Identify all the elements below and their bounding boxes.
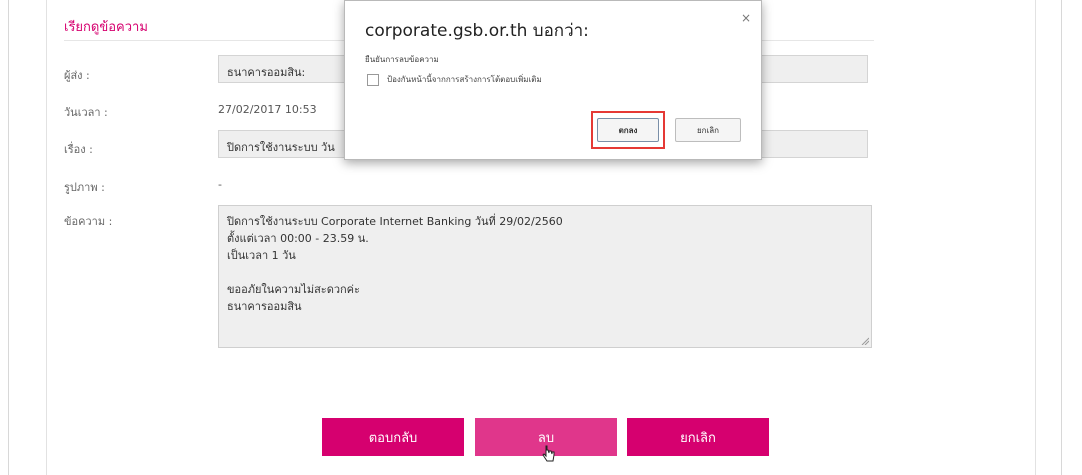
message-textarea[interactable]: ปิดการใช้งานระบบ Corporate Internet Bank… xyxy=(218,205,872,348)
dialog-ok-label: ตกลง xyxy=(618,125,638,135)
page-title: เรียกดูข้อความ xyxy=(64,20,148,35)
resize-grip-icon[interactable] xyxy=(861,337,869,345)
dialog-cancel-label: ยกเลิก xyxy=(696,125,719,135)
dialog-title: corporate.gsb.or.th บอกว่า: xyxy=(365,21,589,41)
datetime-value: 27/02/2017 10:53 xyxy=(218,103,317,116)
close-icon[interactable]: × xyxy=(741,11,751,25)
reply-button[interactable]: ตอบกลับ xyxy=(322,418,464,456)
message-label: ข้อความ : xyxy=(64,215,113,228)
message-line xyxy=(227,264,863,281)
datetime-label: วันเวลา : xyxy=(64,106,108,119)
hand-pointer-icon xyxy=(542,445,555,462)
dialog-cancel-button[interactable]: ยกเลิก xyxy=(675,118,741,142)
dialog-ok-button[interactable]: ตกลง xyxy=(597,118,659,142)
confirm-dialog: corporate.gsb.or.th บอกว่า: × ยืนยันการล… xyxy=(344,0,762,160)
image-value: - xyxy=(218,178,222,191)
prevent-dialogs-option[interactable]: ป้องกันหน้านี้จากการสร้างการโต้ตอบเพิ่มเ… xyxy=(367,73,542,86)
reply-button-label: ตอบกลับ xyxy=(368,430,418,446)
message-line: ปิดการใช้งานระบบ Corporate Internet Bank… xyxy=(227,215,563,228)
message-line: เป็นเวลา 1 วัน xyxy=(227,249,296,262)
message-line: ตั้งแต่เวลา 00:00 - 23.59 น. xyxy=(227,232,369,245)
prevent-dialogs-checkbox[interactable] xyxy=(367,73,379,86)
subject-label: เรื่อง : xyxy=(64,143,93,156)
message-line: ขออภัยในความไม่สะดวกค่ะ xyxy=(227,283,360,296)
cancel-button[interactable]: ยกเลิก xyxy=(627,418,769,456)
prevent-dialogs-label: ป้องกันหน้านี้จากการสร้างการโต้ตอบเพิ่มเ… xyxy=(387,75,542,84)
message-line: ธนาคารออมสิน xyxy=(227,300,302,313)
sender-label: ผู้ส่ง : xyxy=(64,69,90,82)
image-label: รูปภาพ : xyxy=(64,181,105,194)
cancel-button-label: ยกเลิก xyxy=(680,430,716,446)
dialog-message: ยืนยันการลบข้อความ xyxy=(365,55,439,64)
